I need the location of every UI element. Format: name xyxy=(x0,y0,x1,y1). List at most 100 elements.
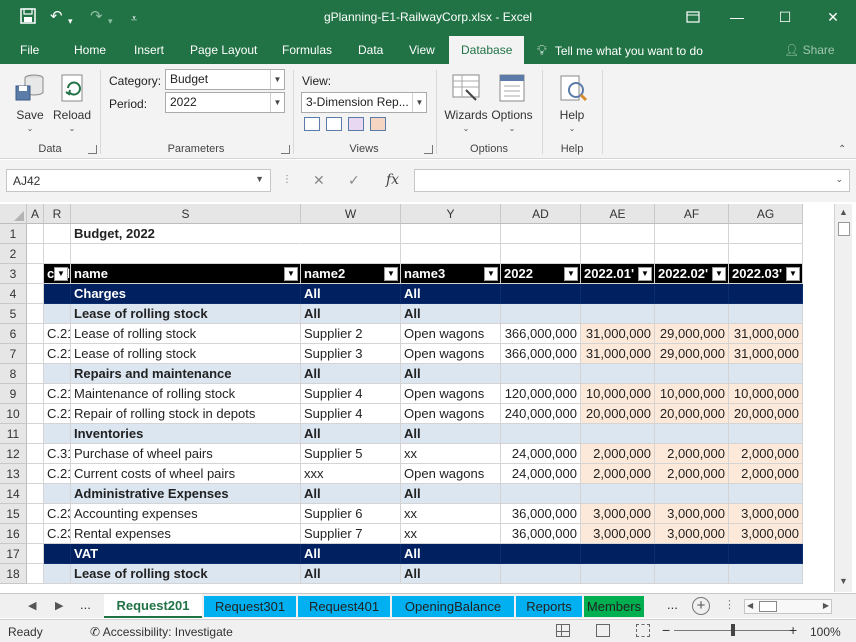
cell-ae2[interactable] xyxy=(581,244,655,264)
period-select[interactable]: 2022 ▼ xyxy=(165,92,285,113)
scroll-right-icon[interactable]: ▶ xyxy=(823,601,829,610)
filter-dropdown-icon[interactable]: ▼ xyxy=(786,267,800,281)
row-header-4[interactable]: 4 xyxy=(0,284,27,304)
cell-y3[interactable]: name3 ▼ xyxy=(401,264,501,284)
cell-ae4[interactable] xyxy=(581,284,655,304)
tab-page-layout[interactable]: Page Layout xyxy=(190,43,257,57)
cell-y11[interactable]: All xyxy=(401,424,501,444)
cell-r12[interactable]: C.31.01 xyxy=(44,444,71,464)
cell-ae6[interactable]: 31,000,000 xyxy=(581,324,655,344)
cell-af4[interactable] xyxy=(655,284,729,304)
scroll-up-icon[interactable]: ▲ xyxy=(839,207,848,217)
cell-y12[interactable]: xx xyxy=(401,444,501,464)
column-header-ag[interactable]: AG xyxy=(729,204,803,224)
cell-ag2[interactable] xyxy=(729,244,803,264)
cell-w4[interactable]: All xyxy=(301,284,401,304)
sheet-tab-openingbalance[interactable]: OpeningBalance xyxy=(392,596,514,617)
cell-ae3[interactable]: 2022.01' ▼ xyxy=(581,264,655,284)
cell-r5[interactable] xyxy=(44,304,71,324)
cell-ad17[interactable] xyxy=(501,544,581,564)
cell-y7[interactable]: Open wagons xyxy=(401,344,501,364)
cell-w14[interactable]: All xyxy=(301,484,401,504)
cell-ag14[interactable] xyxy=(729,484,803,504)
page-layout-view-icon[interactable] xyxy=(596,624,610,637)
cell-w16[interactable]: Supplier 7 xyxy=(301,524,401,544)
cell-ae15[interactable]: 3,000,000 xyxy=(581,504,655,524)
cell-s6[interactable]: Lease of rolling stock xyxy=(71,324,301,344)
cell-a16[interactable] xyxy=(27,524,44,544)
cell-a1[interactable] xyxy=(27,224,44,244)
cell-ae7[interactable]: 31,000,000 xyxy=(581,344,655,364)
cell-y17[interactable]: All xyxy=(401,544,501,564)
sheet-tab-request301[interactable]: Request301 xyxy=(204,596,296,617)
cell-w11[interactable]: All xyxy=(301,424,401,444)
cell-ad10[interactable]: 240,000,000 xyxy=(501,404,581,424)
cell-w18[interactable]: All xyxy=(301,564,401,584)
row-header-15[interactable]: 15 xyxy=(0,504,27,524)
scroll-down-icon[interactable]: ▼ xyxy=(839,576,848,586)
category-select[interactable]: Budget ▼ xyxy=(165,69,285,90)
cell-w13[interactable]: xxx xyxy=(301,464,401,484)
cell-s1[interactable]: Budget, 2022 xyxy=(71,224,301,244)
tab-formulas[interactable]: Formulas xyxy=(282,43,332,57)
horizontal-scrollbar[interactable]: ◀ ▶ xyxy=(744,599,832,614)
cell-w8[interactable]: All xyxy=(301,364,401,384)
cell-af12[interactable]: 2,000,000 xyxy=(655,444,729,464)
column-header-af[interactable]: AF xyxy=(655,204,729,224)
cell-af3[interactable]: 2022.02' ▼ xyxy=(655,264,729,284)
cell-a10[interactable] xyxy=(27,404,44,424)
cell-af6[interactable]: 29,000,000 xyxy=(655,324,729,344)
cell-ae18[interactable] xyxy=(581,564,655,584)
views-group-launcher-icon[interactable] xyxy=(424,145,433,154)
cell-ag1[interactable] xyxy=(729,224,803,244)
cell-ag18[interactable] xyxy=(729,564,803,584)
column-header-y[interactable]: Y xyxy=(401,204,501,224)
column-header-s[interactable]: S xyxy=(71,204,301,224)
cell-r16[interactable]: C.23.02 xyxy=(44,524,71,544)
tell-me-box[interactable]: 💡︎ Tell me what you want to do xyxy=(537,42,703,59)
cell-s5[interactable]: Lease of rolling stock xyxy=(71,304,301,324)
cell-y14[interactable]: All xyxy=(401,484,501,504)
insert-function-icon[interactable]: fx xyxy=(386,172,399,188)
cell-a13[interactable] xyxy=(27,464,44,484)
cell-ad6[interactable]: 366,000,000 xyxy=(501,324,581,344)
cell-af11[interactable] xyxy=(655,424,729,444)
cell-a3[interactable] xyxy=(27,264,44,284)
formula-input[interactable]: ⌄ xyxy=(414,169,850,192)
scroll-left-icon[interactable]: ◀ xyxy=(747,601,753,610)
column-header-r[interactable]: R xyxy=(44,204,71,224)
wizards-button[interactable]: Wizards ⌄ xyxy=(444,72,488,133)
cell-w15[interactable]: Supplier 6 xyxy=(301,504,401,524)
cell-ag16[interactable]: 3,000,000 xyxy=(729,524,803,544)
cell-r15[interactable]: C.23.01 xyxy=(44,504,71,524)
cell-af18[interactable] xyxy=(655,564,729,584)
cell-ae10[interactable]: 20,000,000 xyxy=(581,404,655,424)
row-header-3[interactable]: 3 xyxy=(0,264,27,284)
cell-af7[interactable]: 29,000,000 xyxy=(655,344,729,364)
cell-ae13[interactable]: 2,000,000 xyxy=(581,464,655,484)
save-view-icon[interactable] xyxy=(348,117,364,131)
cell-ad4[interactable] xyxy=(501,284,581,304)
scroll-thumb[interactable] xyxy=(838,222,850,236)
cell-s3[interactable]: name ▼ xyxy=(71,264,301,284)
cell-ag15[interactable]: 3,000,000 xyxy=(729,504,803,524)
row-header-9[interactable]: 9 xyxy=(0,384,27,404)
cell-ae17[interactable] xyxy=(581,544,655,564)
cell-ae11[interactable] xyxy=(581,424,655,444)
cell-ad14[interactable] xyxy=(501,484,581,504)
cell-s4[interactable]: Charges xyxy=(71,284,301,304)
tab-view[interactable]: View xyxy=(409,43,435,57)
cell-ad3[interactable]: 2022 ▼ xyxy=(501,264,581,284)
cell-ad18[interactable] xyxy=(501,564,581,584)
cell-r1[interactable] xyxy=(44,224,71,244)
cell-s11[interactable]: Inventories xyxy=(71,424,301,444)
cell-s12[interactable]: Purchase of wheel pairs xyxy=(71,444,301,464)
row-header-14[interactable]: 14 xyxy=(0,484,27,504)
cell-a6[interactable] xyxy=(27,324,44,344)
tab-data[interactable]: Data xyxy=(358,43,383,57)
cell-af16[interactable]: 3,000,000 xyxy=(655,524,729,544)
zoom-out-icon[interactable]: − xyxy=(662,622,670,638)
cell-af15[interactable]: 3,000,000 xyxy=(655,504,729,524)
cell-r13[interactable]: C.21.06 xyxy=(44,464,71,484)
cell-y6[interactable]: Open wagons xyxy=(401,324,501,344)
